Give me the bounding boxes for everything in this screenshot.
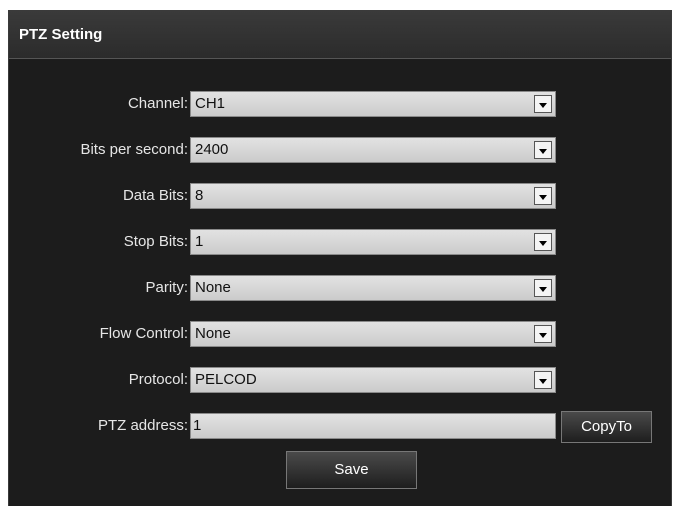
parity-value: None: [195, 279, 231, 296]
parity-label: Parity:: [145, 279, 188, 296]
flow-control-label: Flow Control:: [99, 325, 188, 342]
protocol-label: Protocol:: [128, 371, 188, 388]
channel-value: CH1: [195, 95, 226, 112]
data-bits-select[interactable]: 8: [190, 183, 556, 209]
stop-bits-value: 1: [195, 233, 204, 250]
protocol-row: Protocol: PELCOD: [9, 367, 673, 393]
bits-per-second-value: 2400: [195, 141, 229, 158]
data-bits-label: Data Bits:: [122, 187, 188, 204]
flow-control-value: None: [195, 325, 231, 342]
parity-select[interactable]: None: [190, 275, 556, 301]
ptz-address-label: PTZ address:: [97, 417, 188, 434]
channel-label: Channel:: [127, 95, 188, 112]
parity-row: Parity: None: [9, 275, 673, 301]
flow-control-row: Flow Control: None: [9, 321, 673, 347]
stop-bits-row: Stop Bits: 1: [9, 229, 673, 255]
panel-title: PTZ Setting: [9, 11, 671, 59]
bits-per-second-label: Bits per second:: [80, 141, 188, 158]
chevron-down-icon[interactable]: [534, 233, 552, 251]
data-bits-value: 8: [195, 187, 204, 204]
channel-row: Channel: CH1: [9, 91, 673, 117]
bits-per-second-row: Bits per second: 2400: [9, 137, 673, 163]
copy-to-button[interactable]: CopyTo: [561, 411, 652, 443]
ptz-setting-panel: PTZ Setting Channel: CH1 Bits per second…: [8, 10, 672, 506]
chevron-down-icon[interactable]: [534, 141, 552, 159]
ptz-address-input[interactable]: 1: [190, 413, 556, 439]
flow-control-select[interactable]: None: [190, 321, 556, 347]
chevron-down-icon[interactable]: [534, 371, 552, 389]
protocol-select[interactable]: PELCOD: [190, 367, 556, 393]
save-button[interactable]: Save: [286, 451, 417, 489]
stop-bits-select[interactable]: 1: [190, 229, 556, 255]
bits-per-second-select[interactable]: 2400: [190, 137, 556, 163]
chevron-down-icon[interactable]: [534, 187, 552, 205]
data-bits-row: Data Bits: 8: [9, 183, 673, 209]
protocol-value: PELCOD: [195, 371, 257, 388]
chevron-down-icon[interactable]: [534, 325, 552, 343]
stop-bits-label: Stop Bits:: [123, 233, 188, 250]
chevron-down-icon[interactable]: [534, 95, 552, 113]
chevron-down-icon[interactable]: [534, 279, 552, 297]
ptz-address-row: PTZ address: 1 CopyTo: [9, 411, 673, 443]
channel-select[interactable]: CH1: [190, 91, 556, 117]
